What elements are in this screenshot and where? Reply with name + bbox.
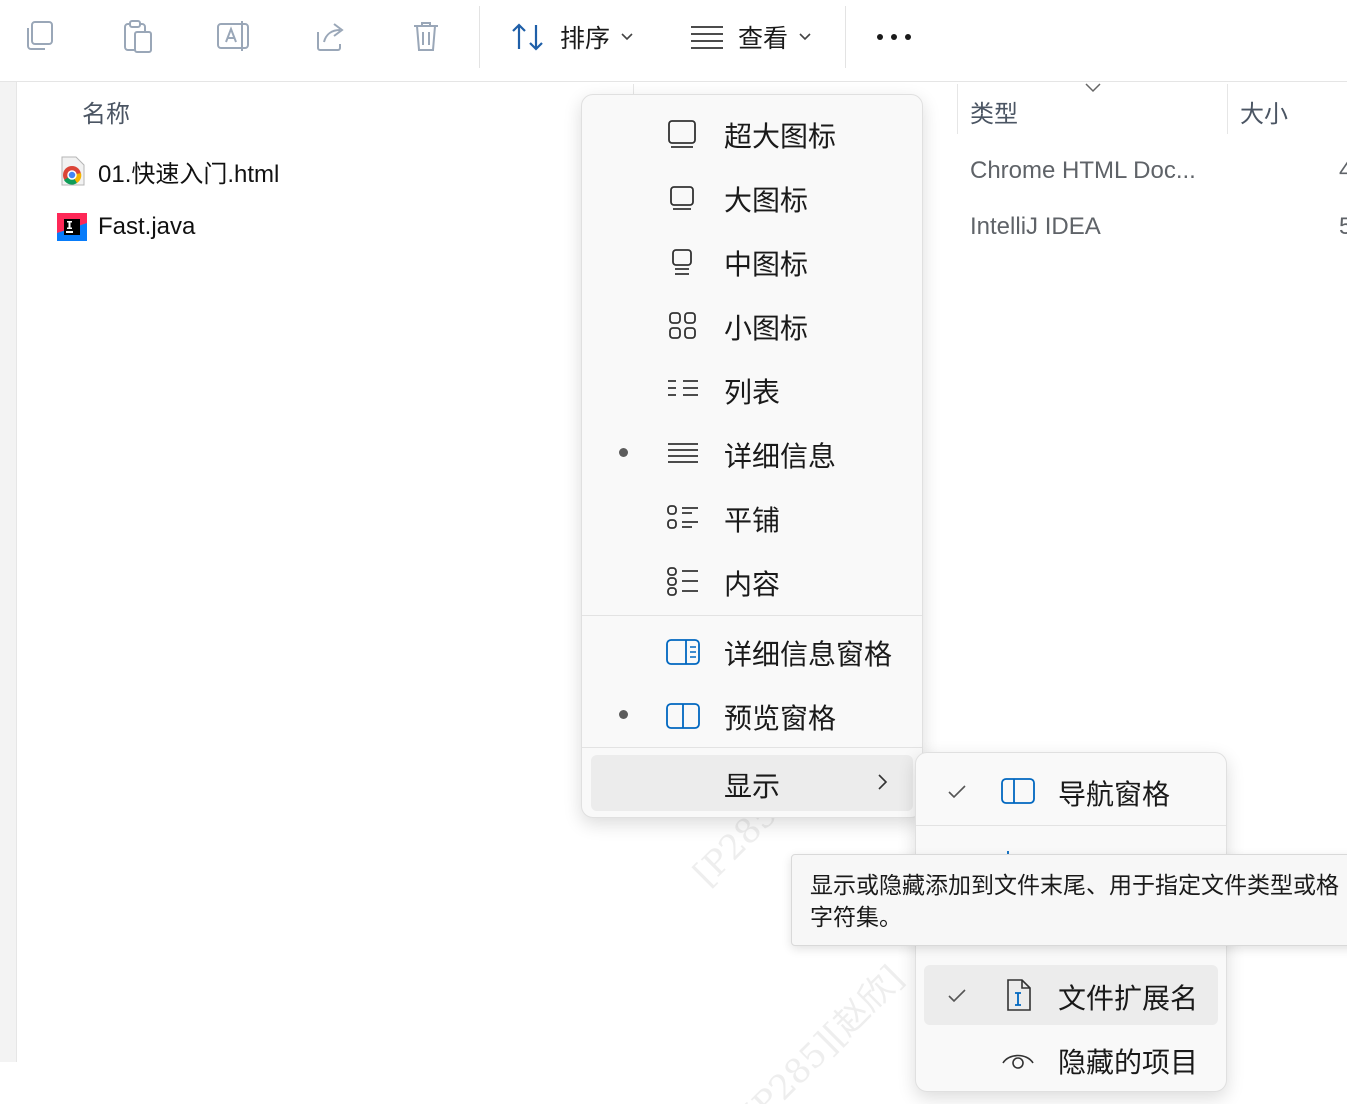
menu-item-preview-pane[interactable]: 预览窗格 (582, 685, 922, 745)
view-icon (691, 26, 723, 49)
menu-separator (916, 825, 1226, 826)
view-label: 查看 (738, 25, 789, 53)
menu-item-label: 小图标 (724, 313, 809, 344)
submenu-item-navigation-pane[interactable]: 导航窗格 (916, 761, 1226, 821)
menu-separator (582, 747, 922, 748)
column-divider[interactable] (1227, 84, 1228, 134)
more-icon (877, 34, 911, 40)
tooltip-line: 字符集。 (810, 904, 902, 930)
toolbar-separator (845, 6, 846, 68)
share-icon[interactable] (310, 16, 350, 56)
file-name: Fast.java (98, 213, 196, 240)
submenu-item-hidden-items[interactable]: 隐藏的项目 (916, 1029, 1226, 1089)
checkmark-icon (948, 785, 966, 799)
sort-icon (512, 23, 543, 51)
file-size: 5 (1339, 213, 1347, 240)
medium-icons-icon (672, 249, 692, 275)
extra-large-icons-icon (668, 120, 696, 148)
menu-item-medium-icons[interactable]: 中图标 (582, 231, 922, 291)
menu-item-content[interactable]: 内容 (582, 551, 922, 611)
copy-icon[interactable] (22, 16, 62, 56)
column-header-name[interactable]: 名称 (82, 94, 130, 129)
menu-item-label: 中图标 (724, 249, 809, 280)
preview-pane-icon (666, 703, 700, 729)
paste-icon[interactable] (118, 16, 158, 56)
file-type: IntelliJ IDEA (970, 213, 1101, 240)
content-icon (667, 567, 698, 596)
chevron-right-icon (878, 774, 888, 790)
menu-item-label: 超大图标 (724, 121, 837, 152)
file-explorer-window: 排序 查看 名称 类型 大小 01.快速入门.html Chrome HTML … (0, 0, 1347, 1104)
chevron-down-icon (621, 33, 633, 41)
view-menu: 超大图标 大图标 中图标 小图标 列表 详细信息 平铺 内容 详细信息窗格 预览… (581, 94, 923, 818)
more-options-button[interactable] (872, 22, 916, 52)
navigation-pane-icon (1001, 778, 1035, 804)
menu-item-label: 平铺 (724, 505, 781, 536)
tooltip: 显示或隐藏添加到文件末尾、用于指定文件类型或格 字符集。 (791, 854, 1347, 946)
column-divider[interactable] (957, 84, 958, 134)
intellij-icon (57, 213, 87, 241)
menu-item-details[interactable]: 详细信息 (582, 423, 922, 483)
toolbar-separator (479, 6, 480, 68)
chevron-down-icon (799, 33, 811, 41)
details-icon (668, 443, 698, 463)
menu-item-label: 详细信息窗格 (724, 639, 893, 670)
submenu-item-label: 隐藏的项目 (1058, 1047, 1199, 1078)
file-row[interactable]: Fast.java (56, 207, 195, 247)
file-name: 01.快速入门.html (98, 160, 280, 188)
menu-item-label: 详细信息 (724, 441, 837, 472)
menu-item-label: 内容 (724, 569, 781, 600)
menu-separator (582, 615, 922, 616)
menu-item-label: 预览窗格 (724, 703, 837, 734)
selected-bullet (619, 448, 628, 457)
details-pane-icon (666, 639, 700, 665)
menu-item-details-pane[interactable]: 详细信息窗格 (582, 621, 922, 681)
menu-item-tiles[interactable]: 平铺 (582, 487, 922, 547)
submenu-item-file-extensions[interactable]: 文件扩展名 (924, 965, 1218, 1025)
column-header-type[interactable]: 类型 (970, 94, 1018, 129)
file-size: 4 (1339, 157, 1347, 184)
menu-item-label: 列表 (724, 377, 781, 408)
view-button[interactable]: 查看 (690, 14, 812, 60)
tiles-icon (667, 505, 698, 529)
menu-item-list[interactable]: 列表 (582, 359, 922, 419)
sort-label: 排序 (560, 25, 611, 53)
list-icon (668, 380, 698, 396)
delete-icon[interactable] (406, 16, 446, 56)
large-icons-icon (670, 186, 694, 210)
file-type: Chrome HTML Doc... (970, 157, 1196, 184)
menu-item-label: 大图标 (724, 185, 809, 216)
menu-item-label: 显示 (724, 771, 781, 802)
menu-item-extra-large-icons[interactable]: 超大图标 (582, 103, 922, 163)
tooltip-line: 显示或隐藏添加到文件末尾、用于指定文件类型或格 (810, 872, 1339, 898)
sort-button[interactable]: 排序 (510, 14, 634, 60)
hidden-items-icon (1002, 1054, 1034, 1069)
small-icons-icon (669, 312, 696, 339)
navigation-pane-edge (0, 82, 17, 1062)
file-extension-icon (1007, 979, 1031, 1011)
menu-item-show[interactable]: 显示 (591, 755, 913, 811)
submenu-item-label: 文件扩展名 (1058, 983, 1199, 1014)
rename-icon[interactable] (214, 16, 254, 56)
menu-item-large-icons[interactable]: 大图标 (582, 167, 922, 227)
command-bar: 排序 查看 (0, 0, 1347, 82)
watermark: [P285][赵欣] (735, 957, 912, 1104)
submenu-item-label: 导航窗格 (1058, 779, 1171, 810)
file-row[interactable]: 01.快速入门.html (56, 151, 279, 191)
column-header-size[interactable]: 大小 (1240, 94, 1288, 129)
chrome-html-icon (61, 156, 85, 186)
sort-caret-icon (1085, 83, 1101, 93)
menu-item-small-icons[interactable]: 小图标 (582, 295, 922, 355)
checkmark-icon (948, 989, 966, 1003)
selected-bullet (619, 710, 628, 719)
